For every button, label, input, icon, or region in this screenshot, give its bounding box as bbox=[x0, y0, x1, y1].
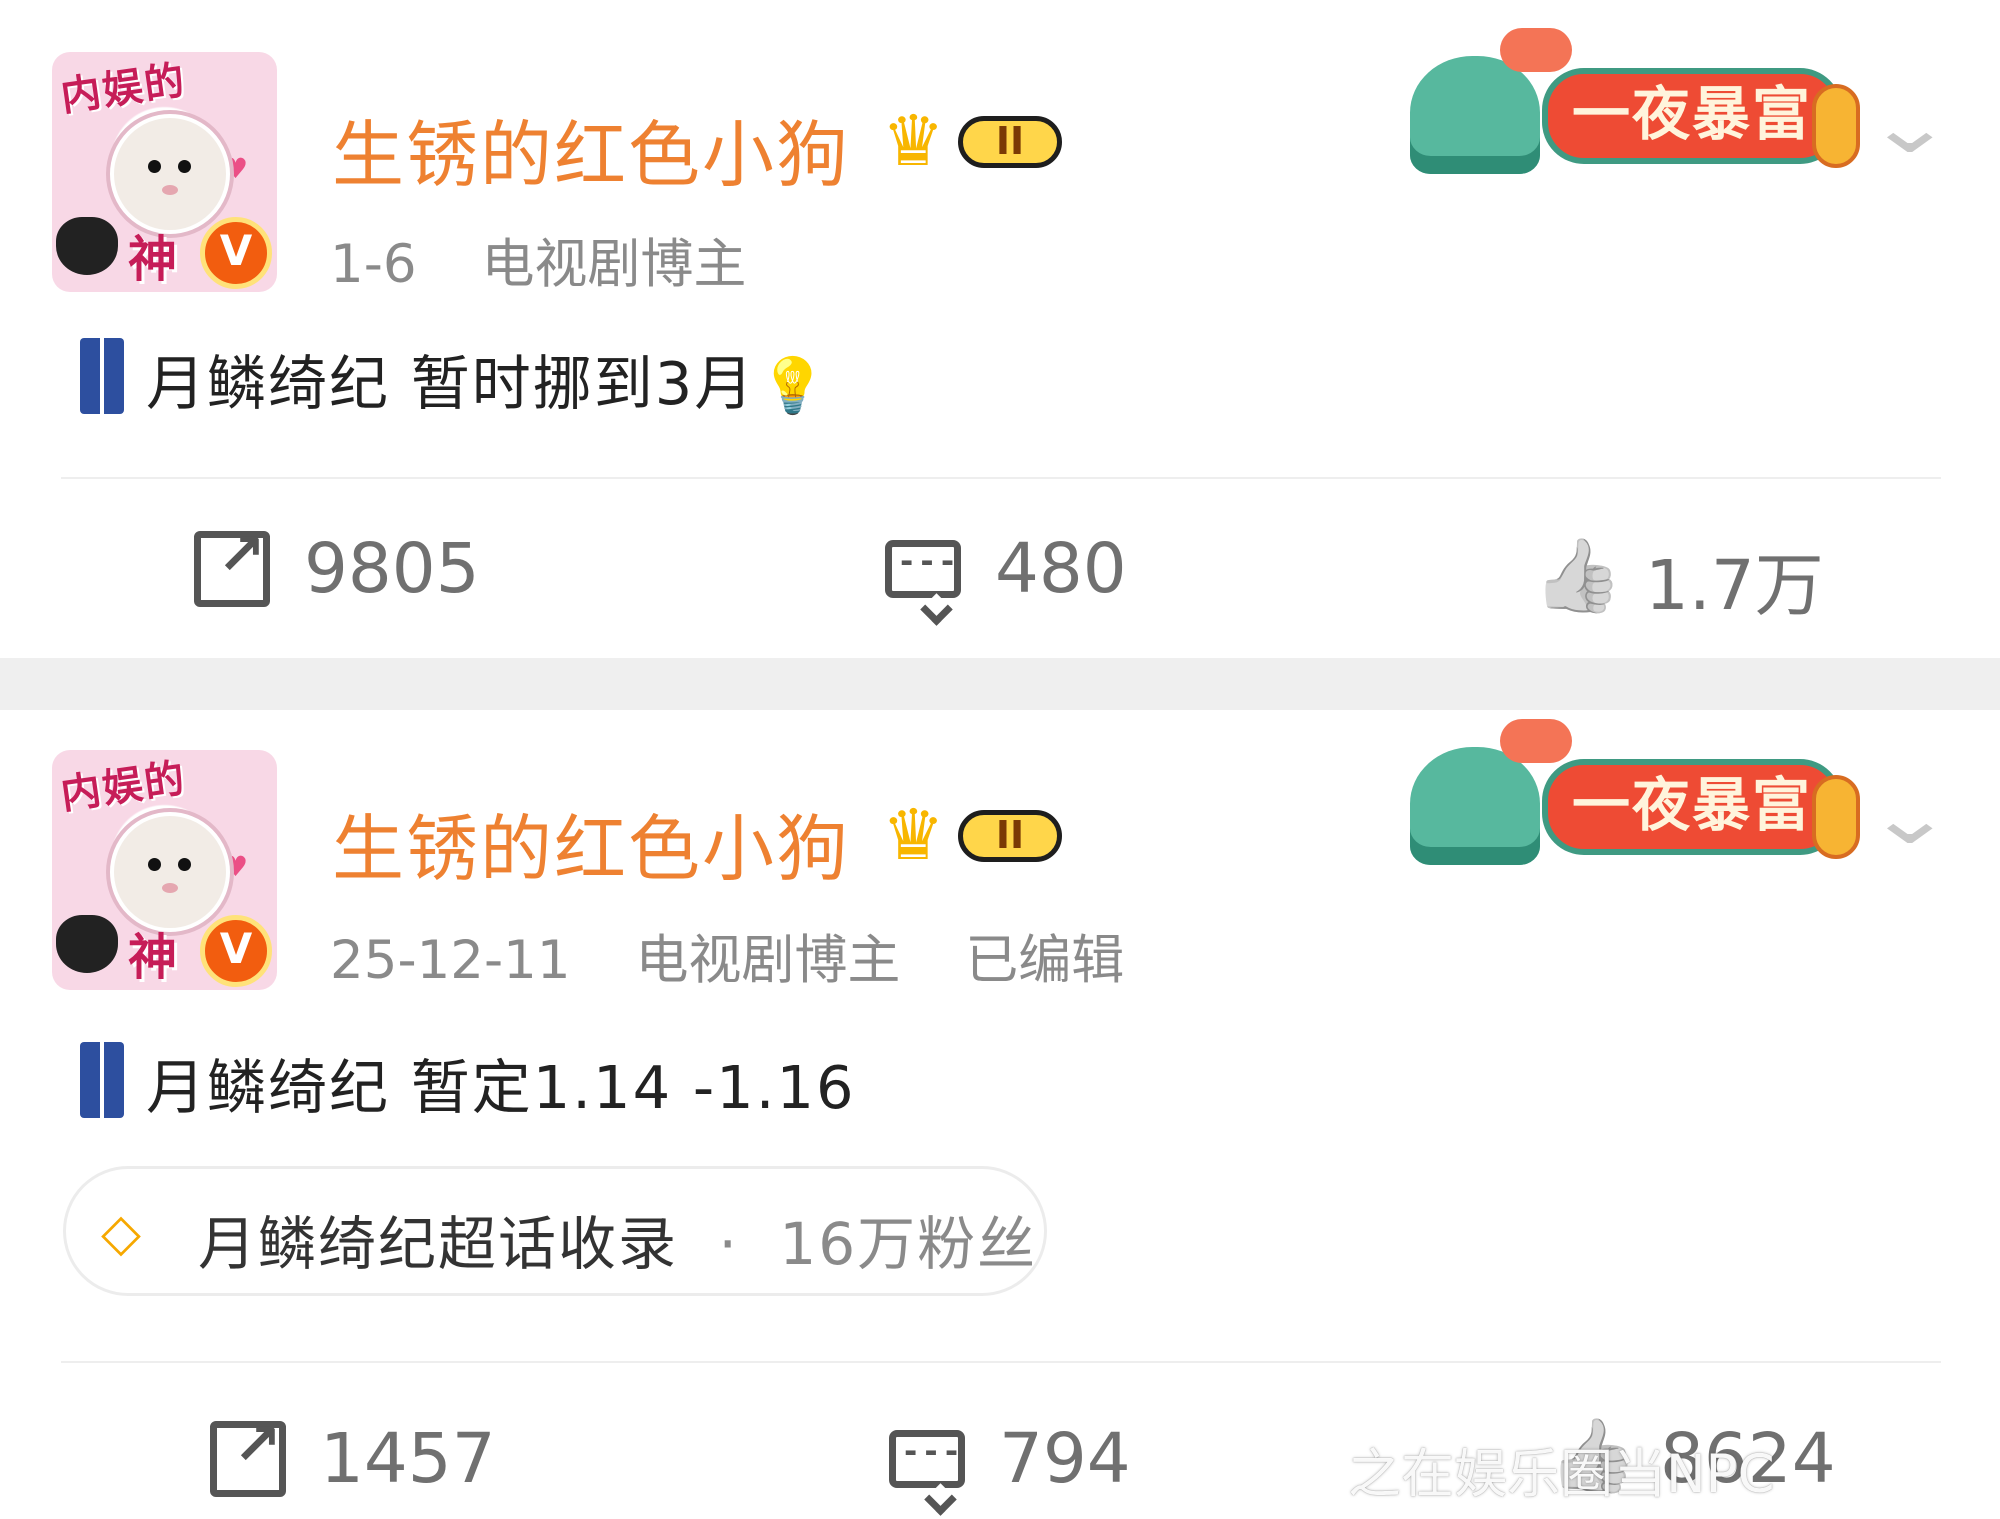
post-card-2: 内娱的 ♥ ♥ 神 V 生锈的红色小狗 ♛ II 25-12-11 电视剧博主 … bbox=[0, 710, 2000, 1519]
black-cat-icon bbox=[56, 217, 118, 275]
watermark: 之在娱乐圈当NPC bbox=[1348, 1440, 1988, 1510]
username[interactable]: 生锈的红色小狗 bbox=[332, 790, 850, 895]
banner-label: 一夜暴富 bbox=[1542, 759, 1842, 855]
edited-label: 已编辑 bbox=[965, 930, 1125, 991]
verified-badge: V bbox=[200, 217, 272, 289]
level-badge: II bbox=[958, 116, 1062, 168]
tree-icon bbox=[1410, 747, 1540, 865]
like-icon bbox=[1535, 541, 1611, 617]
avatar-top-text: 内娱的 bbox=[57, 755, 190, 819]
repost-count: 1457 bbox=[320, 1419, 496, 1499]
animal-photo bbox=[110, 114, 230, 234]
comment-count: 480 bbox=[995, 529, 1127, 609]
super-topic-label: 月鳞绮纪超话收录 · 16万粉丝 bbox=[198, 1210, 1038, 1278]
comment-count: 794 bbox=[999, 1419, 1131, 1499]
watermark-text: 之在娱乐圈当NPC bbox=[1348, 1444, 1775, 1505]
avatar[interactable]: 内娱的 ♥ ♥ 神 V bbox=[52, 52, 277, 292]
comment-button[interactable]: 794 bbox=[889, 1419, 1131, 1499]
super-topic-chip[interactable]: ◇ 月鳞绮纪超话收录 · 16万粉丝 bbox=[63, 1166, 1047, 1296]
repost-count: 9805 bbox=[304, 529, 480, 609]
tree-icon bbox=[1410, 56, 1540, 174]
comment-icon bbox=[885, 540, 961, 598]
post-meta: 25-12-11 电视剧博主 已编辑 bbox=[330, 918, 1172, 994]
blogger-category: 电视剧博主 bbox=[635, 930, 901, 991]
super-topic-fans: 16万粉丝 bbox=[779, 1210, 1038, 1278]
lantern-icon bbox=[1812, 775, 1860, 859]
lightbulb-icon: 💡 bbox=[759, 354, 829, 417]
chevron-down-icon[interactable]: ⌄ bbox=[1865, 779, 1954, 855]
blogger-category: 电视剧博主 bbox=[481, 234, 747, 295]
comment-icon bbox=[889, 1430, 965, 1488]
jeans-icon bbox=[80, 338, 124, 414]
cloud-icon bbox=[1500, 28, 1572, 72]
like-button[interactable]: 1.7万 bbox=[1535, 529, 1824, 629]
post-date: 1-6 bbox=[330, 234, 417, 295]
jeans-icon bbox=[80, 1042, 124, 1118]
like-count: 1.7万 bbox=[1645, 546, 1824, 626]
post-date: 25-12-11 bbox=[330, 930, 571, 991]
username[interactable]: 生锈的红色小狗 bbox=[332, 96, 850, 201]
verified-badge: V bbox=[200, 915, 272, 987]
post-content: 月鳞绮纪 暂时挪到3月💡 bbox=[80, 336, 829, 421]
diamond-icon: ◇ bbox=[101, 1203, 141, 1263]
super-topic-title: 月鳞绮纪超话收录 bbox=[198, 1210, 679, 1278]
post-meta: 1-6 电视剧博主 bbox=[330, 222, 794, 298]
cloud-icon bbox=[1500, 719, 1572, 763]
post-separator bbox=[0, 658, 2000, 710]
post-text: 月鳞绮纪 暂时挪到3月 bbox=[146, 349, 756, 418]
avatar-bottom-text: 神 bbox=[128, 929, 178, 986]
post-content: 月鳞绮纪 暂定1.14 -1.16 bbox=[80, 1040, 856, 1125]
repost-icon bbox=[194, 520, 270, 607]
post-actions: 9805 480 1.7万 bbox=[0, 513, 2000, 626]
lantern-icon bbox=[1812, 84, 1860, 168]
black-cat-icon bbox=[56, 915, 118, 973]
divider bbox=[61, 1361, 1941, 1363]
post-card-1: 内娱的 ♥ ♥ 神 V 生锈的红色小狗 ♛ II 1-6 电视剧博主 一夜暴富 … bbox=[0, 0, 2000, 658]
chevron-down-icon[interactable]: ⌄ bbox=[1865, 88, 1954, 164]
post-text: 月鳞绮纪 暂定1.14 -1.16 bbox=[146, 1053, 856, 1122]
comment-button[interactable]: 480 bbox=[885, 529, 1127, 609]
membership-badge[interactable]: ♛ II bbox=[882, 800, 1076, 872]
decorative-banner: 一夜暴富 bbox=[1410, 719, 1870, 869]
repost-button[interactable]: 1457 bbox=[210, 1410, 496, 1499]
banner-label: 一夜暴富 bbox=[1542, 68, 1842, 164]
repost-button[interactable]: 9805 bbox=[194, 520, 480, 609]
avatar[interactable]: 内娱的 ♥ ♥ 神 V bbox=[52, 750, 277, 990]
avatar-bottom-text: 神 bbox=[128, 231, 178, 288]
membership-badge[interactable]: ♛ II bbox=[882, 106, 1076, 178]
level-badge: II bbox=[958, 810, 1062, 862]
repost-icon bbox=[210, 1410, 286, 1497]
divider bbox=[61, 477, 1941, 479]
decorative-banner: 一夜暴富 bbox=[1410, 28, 1870, 178]
avatar-top-text: 内娱的 bbox=[57, 57, 190, 121]
animal-photo bbox=[110, 812, 230, 932]
